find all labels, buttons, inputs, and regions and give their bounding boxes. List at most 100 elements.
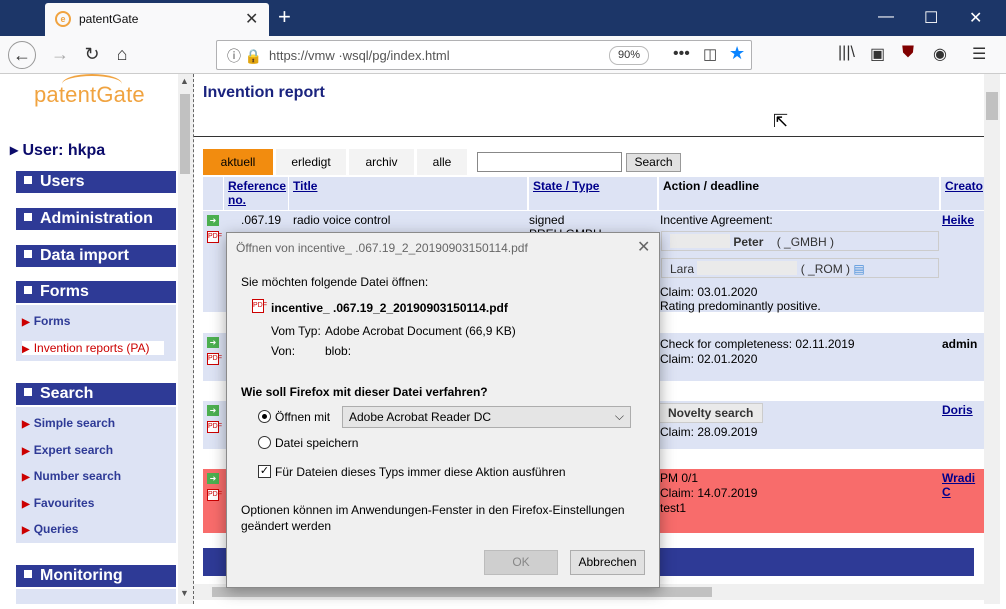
menu-users[interactable]: Users <box>16 171 176 193</box>
dialog-intro: Sie möchten folgende Datei öffnen: <box>241 275 429 289</box>
zoom-indicator[interactable]: 90% <box>609 46 649 65</box>
dialog-title: Öffnen von incentive_ .067.19_2_20190903… <box>236 241 528 255</box>
menu-monitoring[interactable]: Monitoring <box>16 565 176 587</box>
sidebar-item-number-search[interactable]: ▶ Number search <box>22 469 121 483</box>
sidebar-scroll-thumb[interactable] <box>180 94 190 174</box>
save-file-label[interactable]: Datei speichern <box>275 436 358 450</box>
pdf-icon[interactable]: PDF <box>207 353 222 365</box>
sidebar-item-forms-label: Forms <box>33 314 71 328</box>
always-checkbox[interactable]: ✓ <box>258 465 271 478</box>
patentgate-favicon-icon: e <box>55 11 71 27</box>
open-with-label[interactable]: Öffnen mit <box>275 410 330 424</box>
ublock-icon[interactable]: ⛊ <box>902 44 914 62</box>
signer-row-1: Peter ( _GMBH ) <box>661 231 939 251</box>
menu-data-import[interactable]: Data import <box>16 245 176 267</box>
mouse-cursor-icon: ⇱ <box>773 111 789 131</box>
sidebar-item-simple-search[interactable]: ▶ Simple search <box>22 416 115 430</box>
redacted-block <box>697 261 798 275</box>
tab-aktuell[interactable]: aktuell <box>203 149 273 175</box>
header-reference[interactable]: Reference no. <box>224 177 288 210</box>
sidebar-toggle-icon[interactable]: ▣ <box>870 44 885 64</box>
monitoring-panel <box>16 589 176 604</box>
scroll-down-icon[interactable]: ▼ <box>180 588 189 598</box>
info-line-2: geändert werden <box>241 519 332 533</box>
close-window-button[interactable]: ✕ <box>969 8 982 28</box>
forward-icon[interactable]: ➜ <box>207 405 219 416</box>
back-button[interactable]: ← <box>8 41 36 69</box>
url-bar[interactable]: ⓘ 🔒 https://vmw ·wsql/pg/index.html 90% … <box>216 40 752 70</box>
forward-icon[interactable]: ➜ <box>207 473 219 484</box>
close-icon[interactable]: ✕ <box>637 237 650 257</box>
account-icon[interactable]: ◉ <box>933 44 947 64</box>
pdf-icon[interactable]: PDF <box>207 231 222 243</box>
new-tab-button[interactable]: + <box>278 6 291 28</box>
page-actions-icon[interactable]: ••• <box>673 45 690 63</box>
tab-alle[interactable]: alle <box>417 149 467 175</box>
forms-panel: ▶ Forms ▶ Invention reports (PA) <box>16 305 176 361</box>
sidebar-item-favourites[interactable]: ▶ Favourites <box>22 496 94 510</box>
vertical-scrollbar[interactable] <box>984 74 1000 604</box>
save-file-radio[interactable] <box>258 436 271 449</box>
menu-search-label: Search <box>40 385 94 402</box>
row-creator: admin <box>942 337 978 351</box>
forward-icon[interactable]: ➜ <box>207 337 219 348</box>
horizontal-scroll-thumb[interactable] <box>212 587 712 597</box>
pdf-icon[interactable]: PDF <box>207 421 222 433</box>
sidebar-item-queries[interactable]: ▶ Queries <box>22 522 78 536</box>
url-text[interactable]: https://vmw ·wsql/pg/index.html <box>269 48 450 63</box>
vertical-scroll-thumb[interactable] <box>986 92 998 120</box>
menu-icon[interactable]: ☰ <box>972 44 986 64</box>
signer-company-1: ( _GMBH ) <box>776 235 835 249</box>
header-creator[interactable]: Creato <box>941 177 984 210</box>
menu-forms[interactable]: Forms <box>16 281 176 303</box>
tab-erledigt[interactable]: erledigt <box>276 149 346 175</box>
tab-title: patentGate <box>79 12 139 26</box>
header-title[interactable]: Title <box>289 177 527 210</box>
header-state[interactable]: State / Type <box>529 177 657 210</box>
status-badge: Novelty search <box>659 403 763 423</box>
reload-button[interactable]: ↻ <box>78 41 106 69</box>
sidebar-scrollbar[interactable]: ▲ ▼ <box>178 74 194 604</box>
sidebar-item-favourites-label: Favourites <box>33 496 95 510</box>
header-action: Action / deadline <box>659 177 939 210</box>
sidebar-item-forms[interactable]: ▶ Forms <box>22 314 70 328</box>
site-info-icon[interactable]: ⓘ 🔒 <box>227 46 262 66</box>
tab-archiv[interactable]: archiv <box>349 149 414 175</box>
row-action-label: Incentive Agreement: <box>660 213 773 227</box>
application-select[interactable]: Adobe Acrobat Reader DC ⌵ <box>342 406 631 428</box>
menu-search[interactable]: Search <box>16 383 176 405</box>
user-name: User: hkpa <box>22 142 106 159</box>
menu-forms-label: Forms <box>40 283 89 300</box>
bookmark-star-icon[interactable]: ★ <box>729 43 745 64</box>
row-creator[interactable]: Doris <box>938 401 977 419</box>
forward-icon[interactable]: ➜ <box>207 215 219 226</box>
sidebar-item-invention-reports[interactable]: ▶ Invention reports (PA) <box>22 341 164 355</box>
close-tab-icon[interactable]: ✕ <box>245 9 258 29</box>
signer-name-1: Peter <box>733 235 764 249</box>
download-dialog: Öffnen von incentive_ .067.19_2_20190903… <box>226 232 660 588</box>
menu-administration[interactable]: Administration <box>16 208 176 230</box>
scroll-up-icon[interactable]: ▲ <box>180 76 189 86</box>
sidebar-item-simple-search-label: Simple search <box>33 416 116 430</box>
table-header-icons <box>203 177 223 210</box>
sidebar-item-expert-search[interactable]: ▶ Expert search <box>22 443 113 457</box>
menu-users-label: Users <box>40 173 85 190</box>
pdf-icon[interactable]: PDF <box>207 489 222 501</box>
browser-tab[interactable]: e patentGate ✕ <box>45 3 269 36</box>
ok-button[interactable]: OK <box>484 550 558 575</box>
open-with-radio[interactable] <box>258 410 271 423</box>
home-icon[interactable]: ⌂ <box>108 41 136 69</box>
library-icon[interactable]: |||\ <box>838 44 855 62</box>
minimize-button[interactable]: — <box>878 8 894 26</box>
user-label: ▸ User: hkpa <box>10 142 106 159</box>
document-icon[interactable]: ▤ <box>853 262 864 276</box>
search-input[interactable] <box>477 152 622 172</box>
always-label[interactable]: Für Dateien dieses Typs immer diese Akti… <box>275 465 566 479</box>
row-creator[interactable]: Heike <box>938 211 978 229</box>
search-button[interactable]: Search <box>626 153 681 172</box>
cancel-button[interactable]: Abbrechen <box>570 550 645 575</box>
forward-button[interactable]: → <box>46 41 74 69</box>
row-creator[interactable]: Wradi C <box>938 469 984 501</box>
maximize-button[interactable]: ☐ <box>924 8 938 28</box>
pocket-icon[interactable]: ◫ <box>703 45 717 63</box>
